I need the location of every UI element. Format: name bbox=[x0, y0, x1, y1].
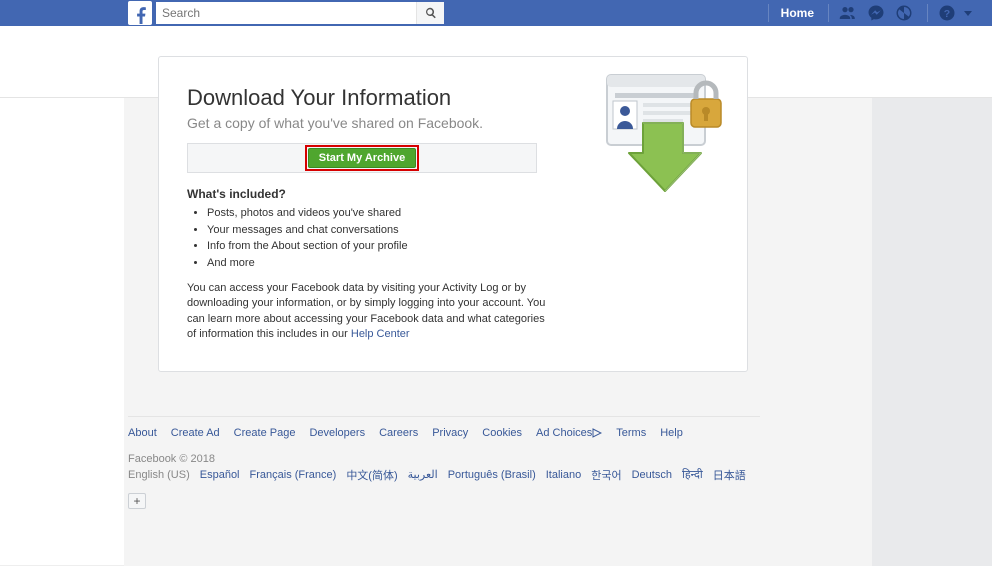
lang-zh[interactable]: 中文(简体) bbox=[346, 467, 397, 483]
svg-text:?: ? bbox=[944, 8, 950, 20]
footer-link-create-ad[interactable]: Create Ad bbox=[171, 427, 220, 439]
account-dropdown-caret-icon[interactable] bbox=[964, 11, 972, 16]
lang-fr[interactable]: Français (France) bbox=[250, 469, 337, 481]
friend-requests-icon[interactable] bbox=[839, 4, 857, 22]
help-dropdown-group: ? bbox=[927, 4, 972, 22]
search-button[interactable] bbox=[416, 2, 444, 24]
footer-link-cookies[interactable]: Cookies bbox=[482, 427, 522, 439]
search-container bbox=[156, 2, 444, 24]
help-center-link[interactable]: Help Center bbox=[351, 328, 410, 340]
footer-link-create-page[interactable]: Create Page bbox=[234, 427, 296, 439]
lang-ar[interactable]: العربية bbox=[408, 468, 438, 481]
list-item: Posts, photos and videos you've shared bbox=[207, 205, 719, 222]
footer-links: About Create Ad Create Page Developers C… bbox=[128, 416, 760, 439]
included-list: Posts, photos and videos you've shared Y… bbox=[207, 205, 719, 271]
list-item: Info from the About section of your prof… bbox=[207, 238, 719, 255]
right-gutter bbox=[872, 26, 992, 566]
download-illustration-icon bbox=[595, 71, 735, 201]
language-row: English (US) Español Français (France) 中… bbox=[128, 467, 760, 509]
lang-es[interactable]: Español bbox=[200, 469, 240, 481]
lang-hi[interactable]: हिन्दी bbox=[682, 467, 703, 482]
footer-link-careers[interactable]: Careers bbox=[379, 427, 418, 439]
lang-it[interactable]: Italiano bbox=[546, 469, 581, 481]
highlight-box: Start My Archive bbox=[305, 145, 419, 171]
footer-link-about[interactable]: About bbox=[128, 427, 157, 439]
notifications-icon[interactable] bbox=[895, 4, 913, 22]
search-input[interactable] bbox=[156, 2, 416, 24]
footer-link-help[interactable]: Help bbox=[660, 427, 683, 439]
footer-link-ad-choices[interactable]: Ad Choices bbox=[536, 427, 602, 439]
help-icon[interactable]: ? bbox=[938, 4, 956, 22]
messenger-icon[interactable] bbox=[867, 4, 885, 22]
notification-icons bbox=[828, 4, 913, 22]
download-info-card: Download Your Information Get a copy of … bbox=[158, 56, 748, 372]
footer-link-developers[interactable]: Developers bbox=[309, 427, 365, 439]
home-link[interactable]: Home bbox=[768, 4, 814, 22]
copyright-text: Facebook © 2018 bbox=[128, 453, 760, 465]
page-footer: About Create Ad Create Page Developers C… bbox=[0, 402, 760, 529]
search-icon bbox=[425, 7, 437, 19]
facebook-logo[interactable] bbox=[128, 1, 152, 25]
footer-link-privacy[interactable]: Privacy bbox=[432, 427, 468, 439]
lang-pt[interactable]: Português (Brasil) bbox=[448, 469, 536, 481]
adchoices-icon bbox=[592, 428, 602, 438]
lang-ja[interactable]: 日本語 bbox=[713, 467, 746, 483]
footer-link-terms[interactable]: Terms bbox=[616, 427, 646, 439]
start-archive-button[interactable]: Start My Archive bbox=[308, 148, 416, 168]
lang-en[interactable]: English (US) bbox=[128, 469, 190, 481]
more-languages-button[interactable]: + bbox=[128, 493, 146, 509]
access-info-text: You can access your Facebook data by vis… bbox=[187, 281, 547, 343]
lang-de[interactable]: Deutsch bbox=[632, 469, 672, 481]
top-nav-bar: Home ? bbox=[0, 0, 992, 26]
archive-button-row: Start My Archive bbox=[187, 143, 537, 173]
list-item: Your messages and chat conversations bbox=[207, 222, 719, 239]
lang-ko[interactable]: 한국어 bbox=[591, 467, 621, 483]
list-item: And more bbox=[207, 255, 719, 272]
